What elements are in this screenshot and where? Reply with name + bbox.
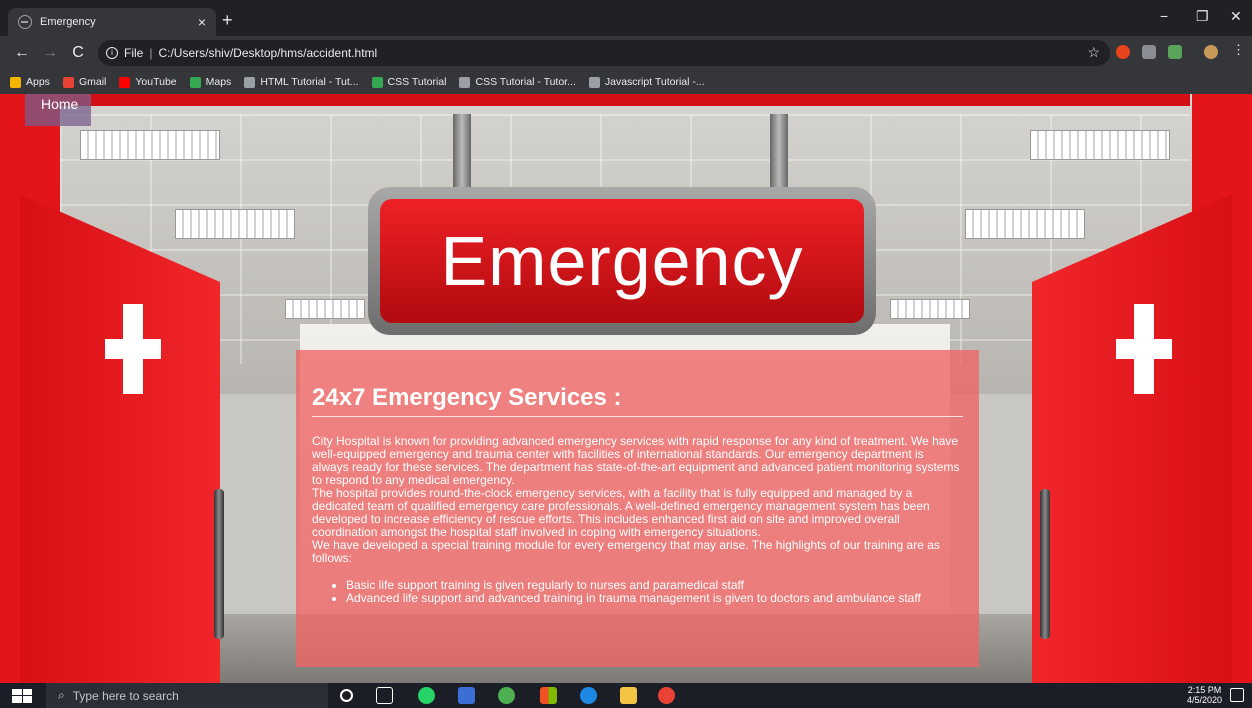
sign-rod — [770, 114, 788, 194]
notification-icon[interactable] — [1230, 688, 1244, 702]
store-icon[interactable] — [540, 687, 557, 704]
door-handle — [1040, 489, 1050, 639]
ceiling-light — [1030, 130, 1170, 160]
emergency-sign: Emergency — [368, 187, 876, 335]
new-tab-button[interactable]: + — [222, 10, 233, 31]
system-clock[interactable]: 2:15 PM 4/5/2020 — [1187, 685, 1222, 705]
extension-shield-icon[interactable] — [1116, 45, 1130, 59]
bookmark-youtube[interactable]: YouTube — [119, 76, 177, 88]
bookmark-javascript-tutorial[interactable]: Javascript Tutorial -... — [588, 76, 705, 88]
ceiling-light — [285, 299, 365, 319]
page-favicon-icon — [18, 15, 32, 29]
tab-strip: Emergency × + − ❐ ✕ — [0, 0, 1252, 36]
address-bar[interactable]: i File | C:/Users/shiv/Desktop/hms/accid… — [98, 40, 1110, 66]
windows-taskbar: ⌕ Type here to search 2:15 PM 4/5/2020 — [0, 683, 1252, 708]
task-view-icon[interactable] — [376, 687, 393, 704]
whatsapp-icon[interactable] — [418, 687, 435, 704]
forward-button[interactable]: → — [36, 44, 64, 62]
globe-icon — [459, 76, 471, 88]
services-heading: 24x7 Emergency Services : — [312, 384, 963, 417]
browser-tab[interactable]: Emergency × — [8, 8, 216, 36]
globe-icon — [588, 76, 600, 88]
list-item: Advanced life support and advanced train… — [346, 592, 963, 605]
ceiling-light — [175, 209, 295, 239]
bookmark-html-tutorial[interactable]: HTML Tutorial - Tut... — [244, 76, 359, 88]
bookmark-star-icon[interactable]: ☆ — [1087, 44, 1100, 61]
ceiling-light — [80, 130, 220, 160]
clock-time: 2:15 PM — [1187, 685, 1222, 695]
youtube-icon — [119, 76, 131, 88]
edge-icon[interactable] — [580, 687, 597, 704]
chrome-icon[interactable] — [658, 687, 675, 704]
close-window-button[interactable]: ✕ — [1230, 8, 1242, 25]
maximize-button[interactable]: ❐ — [1196, 8, 1209, 25]
gmail-icon — [62, 76, 74, 88]
file-explorer-icon[interactable] — [620, 687, 637, 704]
training-list: Basic life support training is given reg… — [346, 579, 963, 605]
start-button[interactable] — [12, 688, 32, 703]
medical-cross-icon — [105, 304, 161, 394]
back-button[interactable]: ← — [8, 44, 36, 62]
url-separator: | — [149, 46, 153, 60]
scheme-label: File — [124, 46, 144, 60]
maps-icon — [189, 76, 201, 88]
tab-close-icon[interactable]: × — [198, 14, 206, 30]
bookmarks-bar: Apps Gmail YouTube Maps HTML Tutorial - … — [0, 70, 1252, 94]
medical-cross-icon — [1116, 304, 1172, 394]
door-handle — [214, 489, 224, 639]
extension-leaf-icon[interactable] — [1168, 45, 1182, 59]
bookmark-maps[interactable]: Maps — [189, 76, 231, 88]
devcpp-icon[interactable] — [458, 687, 475, 704]
bookmark-css-tutorial-2[interactable]: CSS Tutorial - Tutor... — [459, 76, 576, 88]
door-frame-top — [60, 94, 1190, 106]
extension-square-icon[interactable] — [1142, 45, 1156, 59]
site-info-icon[interactable]: i — [106, 47, 118, 59]
cortana-icon[interactable] — [340, 689, 353, 702]
services-paragraph: City Hospital is known for providing adv… — [312, 434, 960, 565]
search-icon: ⌕ — [58, 688, 65, 702]
css-icon — [371, 76, 383, 88]
ceiling-light — [965, 209, 1085, 239]
services-panel: 24x7 Emergency Services : City Hospital … — [296, 350, 979, 667]
bookmark-css-tutorial[interactable]: CSS Tutorial — [371, 76, 446, 88]
sign-text: Emergency — [380, 199, 864, 323]
menu-dots-icon[interactable]: ⋮ — [1232, 42, 1246, 57]
browser-toolbar: ← → C i File | C:/Users/shiv/Desktop/hms… — [0, 36, 1252, 70]
search-placeholder: Type here to search — [72, 688, 179, 703]
reload-button[interactable]: C — [64, 44, 92, 62]
sign-rod — [453, 114, 471, 194]
bookmark-apps[interactable]: Apps — [10, 76, 50, 88]
minimize-button[interactable]: − — [1160, 8, 1168, 24]
globe-icon — [244, 76, 256, 88]
profile-avatar-icon[interactable] — [1204, 45, 1218, 59]
bookmark-gmail[interactable]: Gmail — [62, 76, 106, 88]
tab-title: Emergency — [40, 16, 96, 28]
ceiling-light — [890, 299, 970, 319]
apps-icon — [10, 76, 21, 88]
url-text[interactable]: C:/Users/shiv/Desktop/hms/accident.html — [158, 46, 377, 60]
home-link[interactable]: Home — [25, 94, 91, 126]
android-icon[interactable] — [498, 687, 515, 704]
taskbar-search[interactable]: ⌕ Type here to search — [46, 683, 328, 708]
clock-date: 4/5/2020 — [1186, 695, 1222, 705]
